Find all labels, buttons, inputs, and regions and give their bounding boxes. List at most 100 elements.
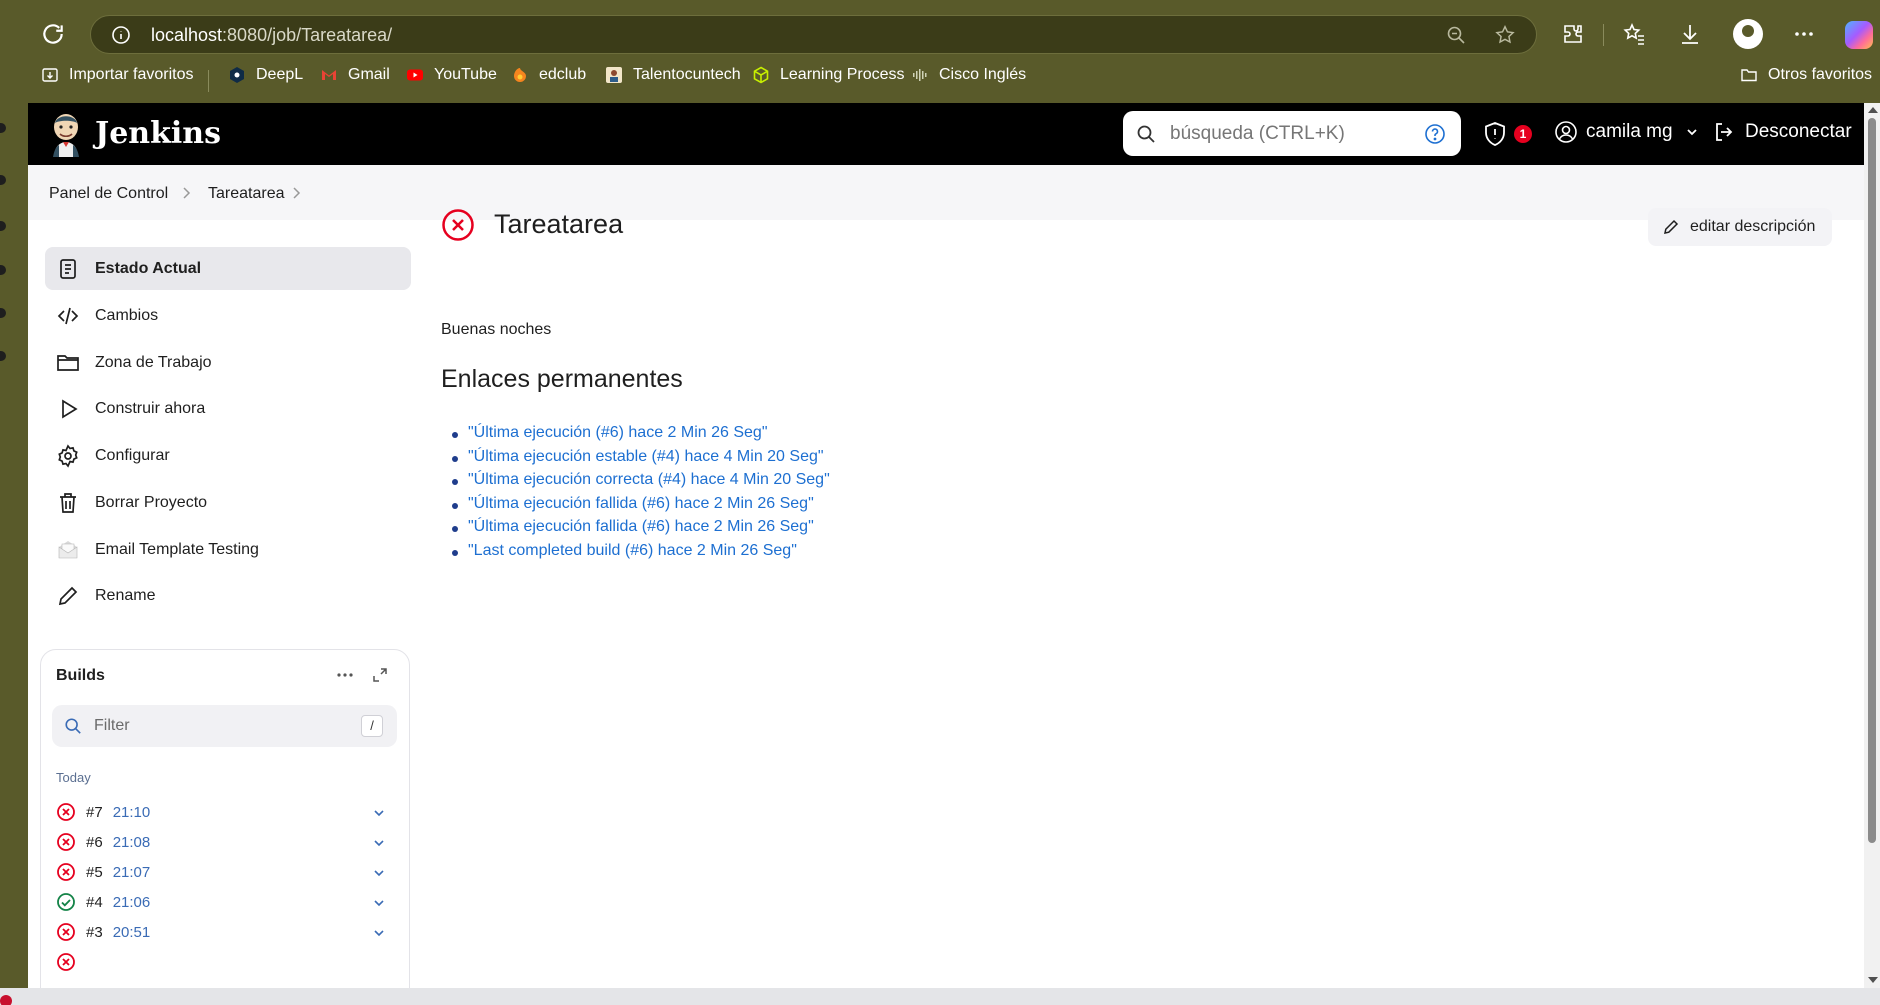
builds-title: Builds (56, 667, 105, 684)
keyboard-shortcut-badge: / (361, 715, 383, 737)
more-menu-icon[interactable] (1792, 22, 1816, 46)
breadcrumb: Panel de Control Tareatarea (28, 165, 1864, 220)
downloads-icon[interactable] (1678, 22, 1702, 46)
failed-status-icon (57, 923, 75, 941)
bookmark-learning-process[interactable]: Learning Process (752, 66, 905, 84)
permalink-item[interactable]: "Última ejecución fallida (#6) hace 2 Mi… (452, 518, 830, 542)
code-icon (57, 307, 79, 324)
breadcrumb-dashboard[interactable]: Panel de Control (49, 185, 168, 203)
deepl-icon (230, 67, 244, 83)
chevron-right-icon[interactable] (290, 186, 302, 200)
user-icon (1555, 121, 1577, 143)
folder-icon (1741, 69, 1757, 82)
bookmark-importar-favoritos[interactable]: Importar favoritos (41, 66, 193, 84)
search-box[interactable]: búsqueda (CTRL+K) (1123, 111, 1461, 156)
page-title: Tareatarea (494, 209, 624, 239)
permalinks-heading: Enlaces permanentes (441, 365, 683, 393)
site-info-icon[interactable] (111, 25, 131, 45)
build-row[interactable]: #4 21:06 (52, 887, 397, 917)
sidebar-item-configurar[interactable]: Configurar (45, 434, 411, 477)
failed-status-icon (57, 833, 75, 851)
permalink-item[interactable]: "Última ejecución fallida (#6) hace 2 Mi… (452, 495, 830, 519)
alert-count-badge[interactable]: 1 (1514, 125, 1532, 143)
sidebar-item-borrar-proyecto[interactable]: Borrar Proyecto (45, 481, 411, 524)
search-icon (1137, 125, 1155, 143)
favorite-star-icon[interactable] (1494, 24, 1516, 46)
bookmark-separator (208, 70, 209, 92)
address-bar[interactable]: localhost:8080/job/Tareatarea/ (90, 15, 1537, 54)
expand-icon[interactable] (371, 666, 389, 684)
build-row[interactable]: #3 20:51 (52, 917, 397, 947)
status-icon (60, 258, 76, 279)
jenkins-logo[interactable] (48, 111, 84, 157)
bookmark-deepl[interactable]: DeepL (228, 66, 303, 84)
scroll-up-arrow[interactable] (1868, 107, 1878, 113)
bookmark-cisco[interactable]: Cisco Inglés (911, 66, 1026, 84)
chevron-down-icon[interactable] (372, 866, 386, 880)
permalink-item[interactable]: "Última ejecución estable (#4) hace 4 Mi… (452, 448, 830, 472)
bookmark-talentocuntech[interactable]: Talentocuntech (605, 66, 741, 84)
builds-group-label: Today (56, 770, 91, 785)
security-shield-icon[interactable] (1483, 121, 1507, 147)
bookmark-youtube[interactable]: YouTube (406, 66, 497, 84)
sidebar-item-zona-de-trabajo[interactable]: Zona de Trabajo (45, 341, 411, 384)
bookmark-edclub[interactable]: edclub (511, 66, 586, 84)
sidebar-item-cambios[interactable]: Cambios (45, 294, 411, 337)
filter-placeholder[interactable]: Filter (94, 717, 130, 735)
copilot-icon[interactable] (1845, 21, 1873, 49)
gear-icon (58, 443, 78, 468)
scroll-down-arrow[interactable] (1868, 977, 1878, 983)
breadcrumb-job[interactable]: Tareatarea (208, 185, 285, 203)
failed-status-icon (442, 209, 474, 241)
logout-icon (1716, 123, 1733, 141)
jenkins-title[interactable]: Jenkins (95, 116, 221, 151)
failed-status-icon (57, 803, 75, 821)
build-row[interactable]: #5 21:07 (52, 857, 397, 887)
chevron-down-icon[interactable] (372, 896, 386, 910)
chevron-down-icon[interactable] (372, 806, 386, 820)
user-menu[interactable]: camila mg (1554, 120, 1699, 144)
builds-filter-input[interactable]: Filter / (52, 705, 397, 747)
permalink-item[interactable]: "Última ejecución correcta (#4) hace 4 M… (452, 471, 830, 495)
url-text[interactable]: localhost:8080/job/Tareatarea/ (151, 25, 392, 46)
search-placeholder[interactable]: búsqueda (CTRL+K) (1170, 123, 1345, 145)
folder-import-icon (42, 68, 58, 82)
edit-description-button[interactable]: editar descripción (1648, 208, 1832, 246)
build-row[interactable]: #7 21:10 (52, 797, 397, 827)
build-row[interactable] (52, 947, 397, 977)
page-scrollbar[interactable] (1864, 103, 1880, 988)
folder-icon (57, 354, 79, 371)
profile-avatar[interactable] (1733, 19, 1763, 49)
reload-icon[interactable] (40, 21, 66, 47)
gmail-icon (322, 70, 336, 80)
help-icon[interactable] (1424, 123, 1446, 145)
permalink-item[interactable]: "Last completed build (#6) hace 2 Min 26… (452, 542, 830, 566)
learning-process-icon (753, 66, 769, 84)
bookmark-other-favorites[interactable]: Otros favoritos (1740, 66, 1872, 84)
chevron-down-icon[interactable] (372, 926, 386, 940)
zoom-out-icon[interactable] (1446, 25, 1466, 45)
sidebar-item-rename[interactable]: Rename (45, 574, 411, 617)
failed-status-icon (57, 863, 75, 881)
build-row[interactable]: #6 21:08 (52, 827, 397, 857)
pencil-icon (58, 586, 78, 605)
jenkins-header: Jenkins búsqueda (CTRL+K) 1 camila mg De… (28, 103, 1864, 165)
logout-link[interactable]: Desconectar (1712, 120, 1852, 144)
extensions-icon[interactable] (1561, 22, 1585, 46)
job-description: Buenas noches (441, 321, 552, 338)
chevron-down-icon[interactable] (372, 836, 386, 850)
pencil-icon (1664, 219, 1679, 234)
more-options-icon[interactable] (334, 664, 356, 686)
scroll-thumb[interactable] (1868, 118, 1876, 843)
favorites-icon[interactable] (1622, 22, 1646, 46)
user-name[interactable]: camila mg (1586, 121, 1673, 143)
permalinks-list: "Última ejecución (#6) hace 2 Min 26 Seg… (452, 424, 830, 566)
sidebar-item-estado-actual[interactable]: Estado Actual (45, 247, 411, 290)
chevron-right-icon (183, 187, 191, 199)
bookmark-gmail[interactable]: Gmail (320, 66, 390, 84)
permalink-item[interactable]: "Última ejecución (#6) hace 2 Min 26 Seg… (452, 424, 830, 448)
chevron-down-icon[interactable] (1685, 125, 1699, 139)
edclub-icon (514, 68, 526, 82)
sidebar-item-construir-ahora[interactable]: Construir ahora (45, 387, 411, 430)
sidebar-item-email-template-testing[interactable]: Email Template Testing (45, 528, 411, 571)
